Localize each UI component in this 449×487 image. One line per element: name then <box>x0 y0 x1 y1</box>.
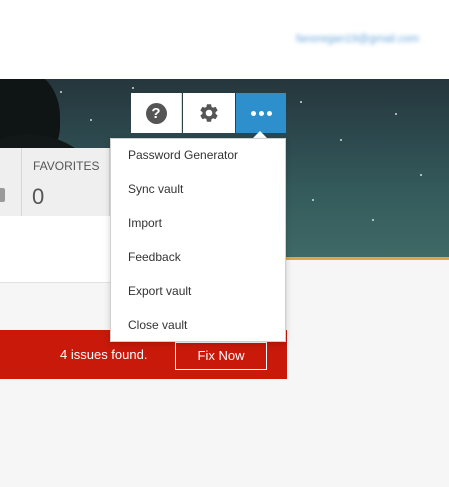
banner-star <box>312 199 314 201</box>
menu-item-import[interactable]: Import <box>128 216 162 230</box>
stat-card-favorites[interactable]: FAVORITES 0 <box>23 148 110 216</box>
favorites-count: 0 <box>32 184 45 209</box>
account-email[interactable]: fanoregan19@gmail.com <box>296 33 419 45</box>
banner-star <box>60 91 62 93</box>
banner-star <box>132 87 134 89</box>
favorites-label: FAVORITES <box>33 159 100 173</box>
help-button[interactable]: ? <box>131 93 182 133</box>
ellipsis-icon <box>250 110 272 116</box>
menu-item-feedback[interactable]: Feedback <box>128 250 181 264</box>
settings-button[interactable] <box>183 93 235 133</box>
banner-star <box>300 101 302 103</box>
stat-card-icon <box>0 188 5 202</box>
alert-message: 4 issues found. <box>60 347 148 362</box>
menu-item-sync-vault[interactable]: Sync vault <box>128 182 183 196</box>
stat-card-previous[interactable] <box>0 148 22 216</box>
menu-item-export-vault[interactable]: Export vault <box>128 284 191 298</box>
menu-item-password-generator[interactable]: Password Generator <box>128 148 238 162</box>
question-circle-icon: ? <box>145 102 167 124</box>
banner-star <box>90 119 92 121</box>
more-options-button[interactable] <box>236 93 286 133</box>
gear-icon <box>200 104 218 122</box>
top-bar: fanoregan19@gmail.com <box>0 0 449 79</box>
banner-star <box>395 113 397 115</box>
banner-star <box>420 174 422 176</box>
fix-now-button[interactable]: Fix Now <box>175 342 267 370</box>
banner-star <box>340 139 342 141</box>
menu-item-close-vault[interactable]: Close vault <box>128 318 187 332</box>
more-options-menu: Password Generator Sync vault Import Fee… <box>110 138 286 342</box>
banner-star <box>372 219 374 221</box>
